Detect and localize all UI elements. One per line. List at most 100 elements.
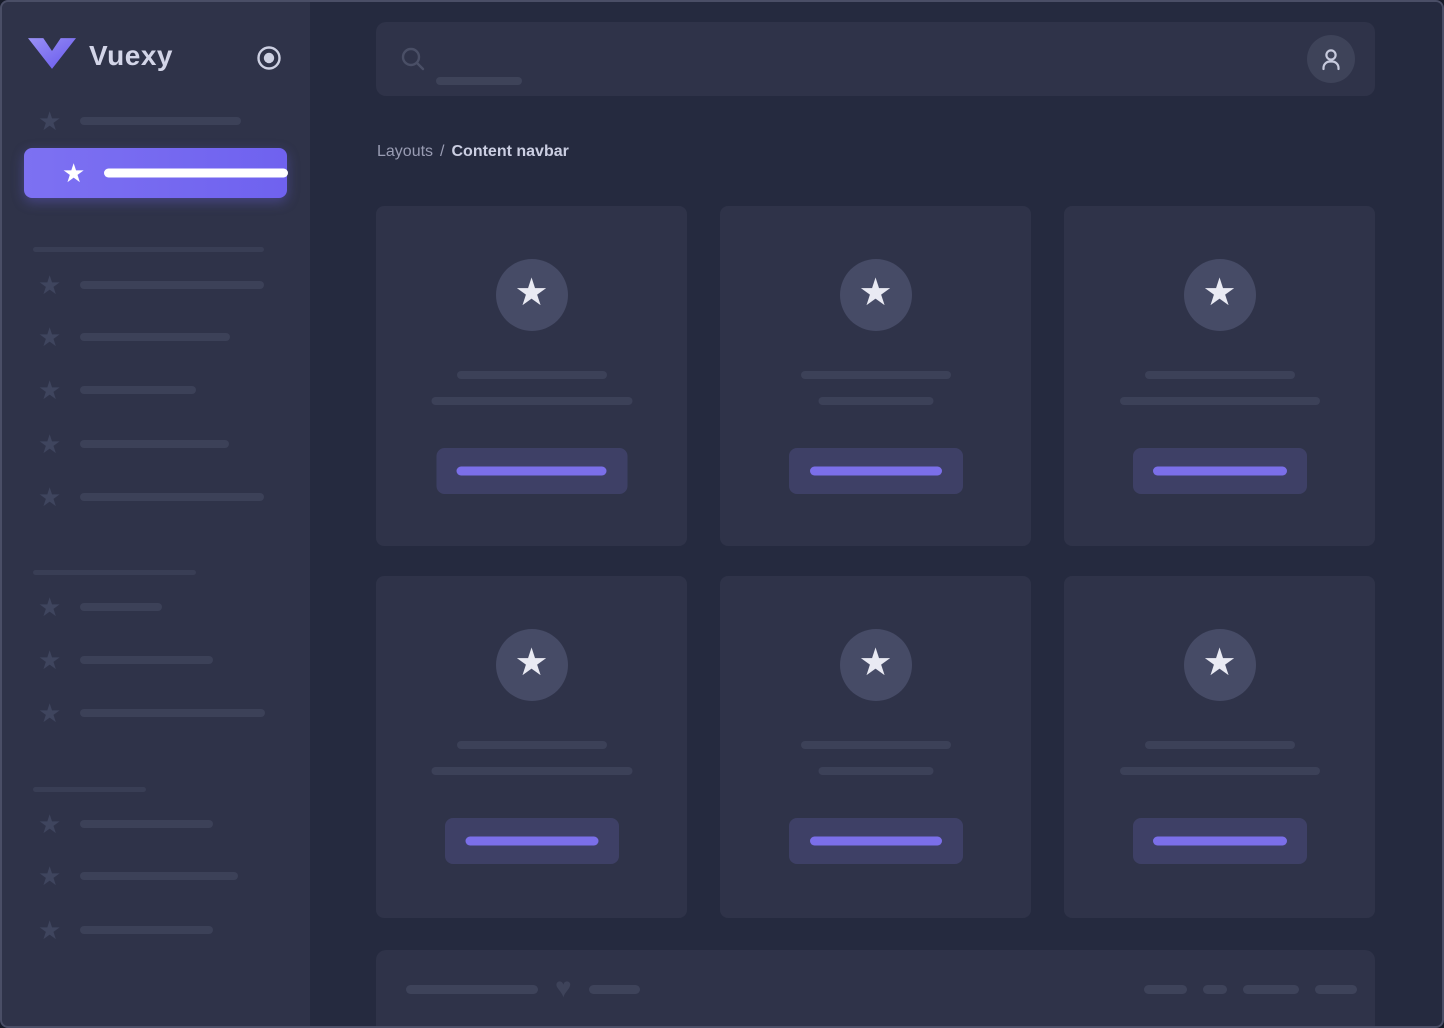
footer-right: [1144, 950, 1357, 1028]
sidebar-item[interactable]: ★: [0, 431, 310, 457]
footer-text-placeholder: [589, 985, 640, 994]
menu-collapse-toggle[interactable]: [255, 44, 283, 72]
card-text-placeholder: [801, 371, 951, 379]
breadcrumb-separator: /: [440, 143, 444, 160]
card-avatar-circle: ★: [1184, 629, 1256, 701]
card-avatar-circle: ★: [496, 629, 568, 701]
card-text-placeholder: [801, 741, 951, 749]
star-icon: ★: [858, 274, 892, 312]
card-text-placeholder: [457, 371, 607, 379]
card-text-placeholder: [1120, 397, 1320, 405]
sidebar-item[interactable]: ★: [0, 700, 310, 726]
search-input-placeholder: [436, 77, 522, 85]
card-button-placeholder[interactable]: [436, 448, 627, 494]
sidebar-item-label-placeholder: [80, 117, 241, 125]
user-avatar[interactable]: [1307, 35, 1355, 83]
breadcrumb-current: Content navbar: [452, 143, 569, 160]
sidebar-section-header-placeholder: [33, 787, 146, 792]
heart-icon: ♥: [555, 974, 572, 1002]
button-label-placeholder: [1153, 467, 1287, 476]
sidebar-item[interactable]: ★: [0, 811, 310, 837]
star-icon: ★: [38, 917, 61, 943]
sidebar-section-header-placeholder: [33, 570, 196, 575]
placeholder-card: ★: [1064, 576, 1375, 918]
sidebar-item-label-placeholder: [80, 872, 238, 880]
card-button-placeholder[interactable]: [1133, 448, 1307, 494]
card-text-placeholder: [1120, 767, 1320, 775]
star-icon: ★: [38, 484, 61, 510]
sidebar-item[interactable]: ★: [0, 594, 310, 620]
sidebar-item[interactable]: ★: [0, 484, 310, 510]
sidebar-item[interactable]: ★: [0, 917, 310, 943]
card-grid: ★ ★ ★: [376, 206, 1375, 918]
footer-link-placeholder[interactable]: [1315, 985, 1357, 994]
card-text-placeholder: [431, 397, 632, 405]
placeholder-card: ★: [720, 576, 1031, 918]
sidebar-item[interactable]: ★: [0, 324, 310, 350]
sidebar-item-label-placeholder: [104, 169, 288, 178]
card-avatar-circle: ★: [840, 259, 912, 331]
card-text-placeholder: [1145, 741, 1295, 749]
footer-link-placeholder[interactable]: [1144, 985, 1187, 994]
app-window: Vuexy ★ ★ ★ ★ ★ ★: [0, 0, 1444, 1028]
star-icon: ★: [38, 594, 61, 620]
star-icon: ★: [38, 377, 61, 403]
button-label-placeholder: [810, 467, 942, 476]
sidebar-item[interactable]: ★: [0, 108, 310, 134]
sidebar-item-active[interactable]: ★: [24, 148, 287, 198]
star-icon: ★: [38, 647, 61, 673]
search-bar[interactable]: [376, 22, 1375, 96]
sidebar-item-label-placeholder: [80, 820, 213, 828]
sidebar-item-label-placeholder: [80, 603, 162, 611]
sidebar-item[interactable]: ★: [0, 647, 310, 673]
card-button-placeholder[interactable]: [789, 448, 963, 494]
breadcrumb: Layouts / Content navbar: [377, 143, 569, 161]
footer-link-placeholder[interactable]: [1243, 985, 1299, 994]
star-icon: ★: [38, 324, 61, 350]
sidebar-item[interactable]: ★: [0, 863, 310, 889]
footer: ♥: [376, 950, 1375, 1028]
star-icon: ★: [38, 431, 61, 457]
star-icon: ★: [1202, 644, 1236, 682]
brand[interactable]: Vuexy: [28, 38, 173, 74]
sidebar-section-header-placeholder: [33, 247, 264, 252]
sidebar-item-label-placeholder: [80, 386, 196, 394]
sidebar-item[interactable]: ★: [0, 272, 310, 298]
star-icon: ★: [62, 160, 85, 186]
search-icon: [400, 46, 426, 77]
star-icon: ★: [38, 811, 61, 837]
person-icon: [1318, 46, 1344, 72]
card-button-placeholder[interactable]: [789, 818, 963, 864]
star-icon: ★: [514, 274, 548, 312]
placeholder-card: ★: [720, 206, 1031, 546]
sidebar-item-label-placeholder: [80, 440, 229, 448]
sidebar: Vuexy ★ ★ ★ ★ ★ ★: [0, 0, 310, 1028]
card-avatar-circle: ★: [496, 259, 568, 331]
card-text-placeholder: [1145, 371, 1295, 379]
card-text-placeholder: [457, 741, 607, 749]
card-avatar-circle: ★: [1184, 259, 1256, 331]
card-button-placeholder[interactable]: [445, 818, 619, 864]
card-button-placeholder[interactable]: [1133, 818, 1307, 864]
sidebar-item[interactable]: ★: [0, 377, 310, 403]
breadcrumb-section[interactable]: Layouts: [377, 143, 433, 160]
sidebar-item-label-placeholder: [80, 656, 213, 664]
placeholder-card: ★: [376, 576, 687, 918]
sidebar-item-label-placeholder: [80, 281, 264, 289]
button-label-placeholder: [810, 837, 942, 846]
sidebar-item-label-placeholder: [80, 926, 213, 934]
sidebar-item-label-placeholder: [80, 493, 264, 501]
star-icon: ★: [514, 644, 548, 682]
card-text-placeholder: [818, 397, 933, 405]
card-text-placeholder: [431, 767, 632, 775]
card-avatar-circle: ★: [840, 629, 912, 701]
star-icon: ★: [38, 863, 61, 889]
placeholder-card: ★: [376, 206, 687, 546]
card-text-placeholder: [818, 767, 933, 775]
button-label-placeholder: [1153, 837, 1287, 846]
star-icon: ★: [38, 272, 61, 298]
footer-link-placeholder[interactable]: [1203, 985, 1227, 994]
brand-name: Vuexy: [89, 40, 173, 72]
vuexy-logo-icon: [28, 38, 76, 74]
button-label-placeholder: [465, 837, 598, 846]
